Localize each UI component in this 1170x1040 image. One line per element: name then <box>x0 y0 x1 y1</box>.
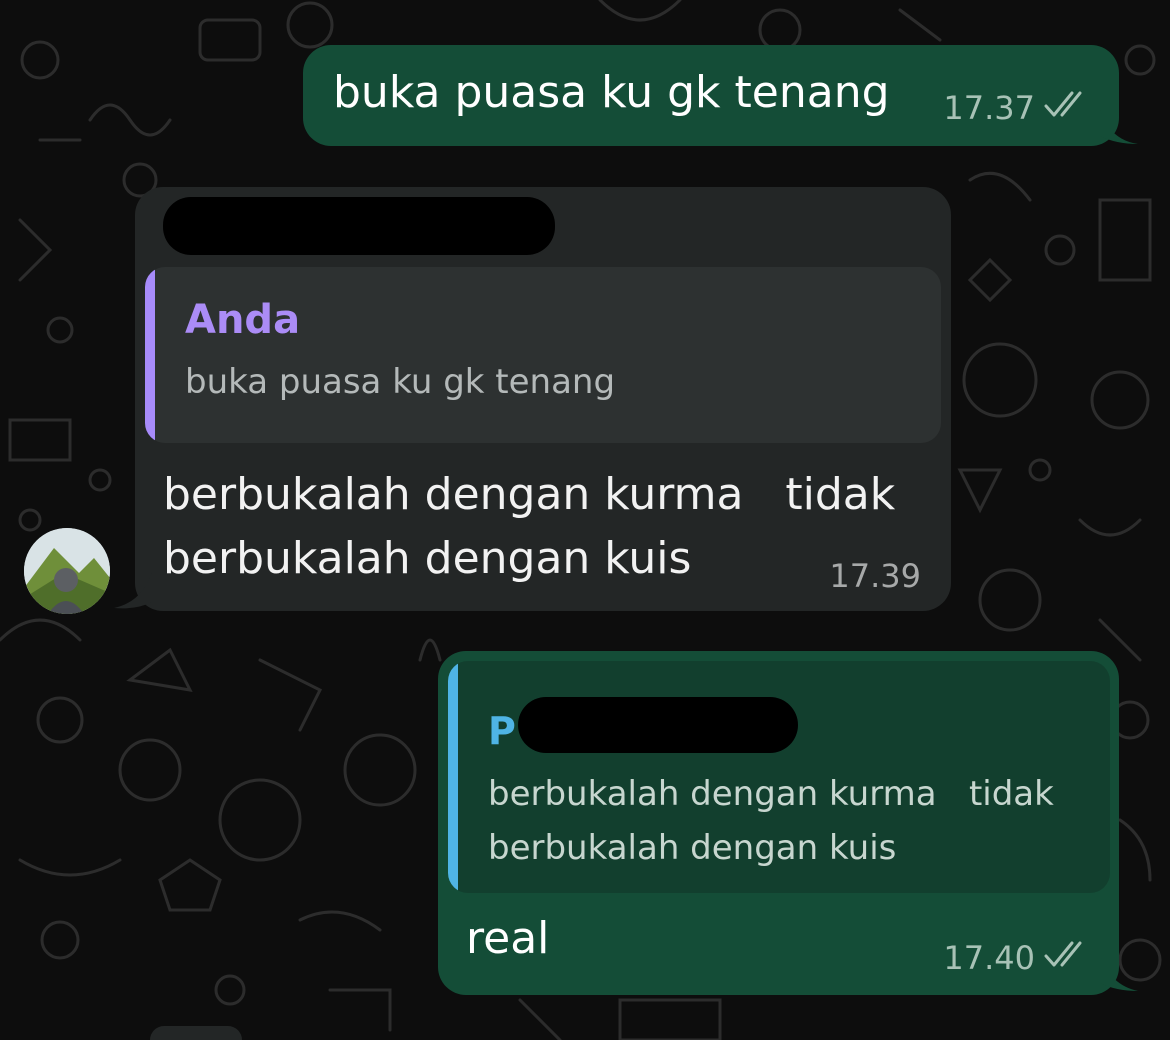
partial-message-bubble <box>150 1026 242 1040</box>
message-meta: 17.40 <box>943 939 1091 977</box>
message-text: berbukalah dengan kurma tidak berbukalah… <box>163 463 895 591</box>
redacted-quote-author <box>518 697 798 753</box>
bubble-tail <box>1100 955 1138 991</box>
message-bubble-outgoing[interactable]: buka puasa ku gk tenang 17.37 <box>303 45 1119 146</box>
chat-view: buka puasa ku gk tenang 17.37 Anda buka … <box>0 0 1170 1040</box>
quote-bar <box>145 267 155 443</box>
message-time: 17.37 <box>943 89 1035 127</box>
quote-text-line: berbukalah dengan kurma tidak <box>488 774 1054 814</box>
message-bubble-outgoing[interactable]: P berbukalah dengan kurma tidak berbukal… <box>438 651 1119 995</box>
quote-text: buka puasa ku gk tenang <box>185 362 616 402</box>
message-text: real <box>466 913 550 964</box>
contact-avatar[interactable] <box>24 528 110 614</box>
bubble-tail <box>114 572 152 609</box>
bubble-tail <box>1100 110 1138 144</box>
quote-author: P <box>488 709 516 753</box>
quote-text: berbukalah dengan kurma tidak berbukalah… <box>488 767 1054 875</box>
quote-text-line: berbukalah dengan kuis <box>488 828 897 868</box>
quote-author: Anda <box>185 297 301 343</box>
message-text-line: berbukalah dengan kurma tidak <box>163 469 896 520</box>
message-meta: 17.37 <box>943 89 1091 127</box>
quoted-message[interactable]: Anda buka puasa ku gk tenang <box>145 267 941 443</box>
message-time: 17.40 <box>943 939 1035 977</box>
message-time: 17.39 <box>829 557 921 595</box>
quoted-message[interactable]: P berbukalah dengan kurma tidak berbukal… <box>448 661 1110 893</box>
message-bubble-incoming[interactable]: Anda buka puasa ku gk tenang berbukalah … <box>135 187 951 611</box>
double-check-icon <box>1043 89 1091 127</box>
redacted-sender-name <box>163 197 555 255</box>
quote-bar <box>448 661 458 893</box>
message-meta: 17.39 <box>829 557 921 595</box>
double-check-icon <box>1043 939 1091 977</box>
message-text-line: berbukalah dengan kuis <box>163 533 692 584</box>
message-text: buka puasa ku gk tenang <box>333 67 890 118</box>
